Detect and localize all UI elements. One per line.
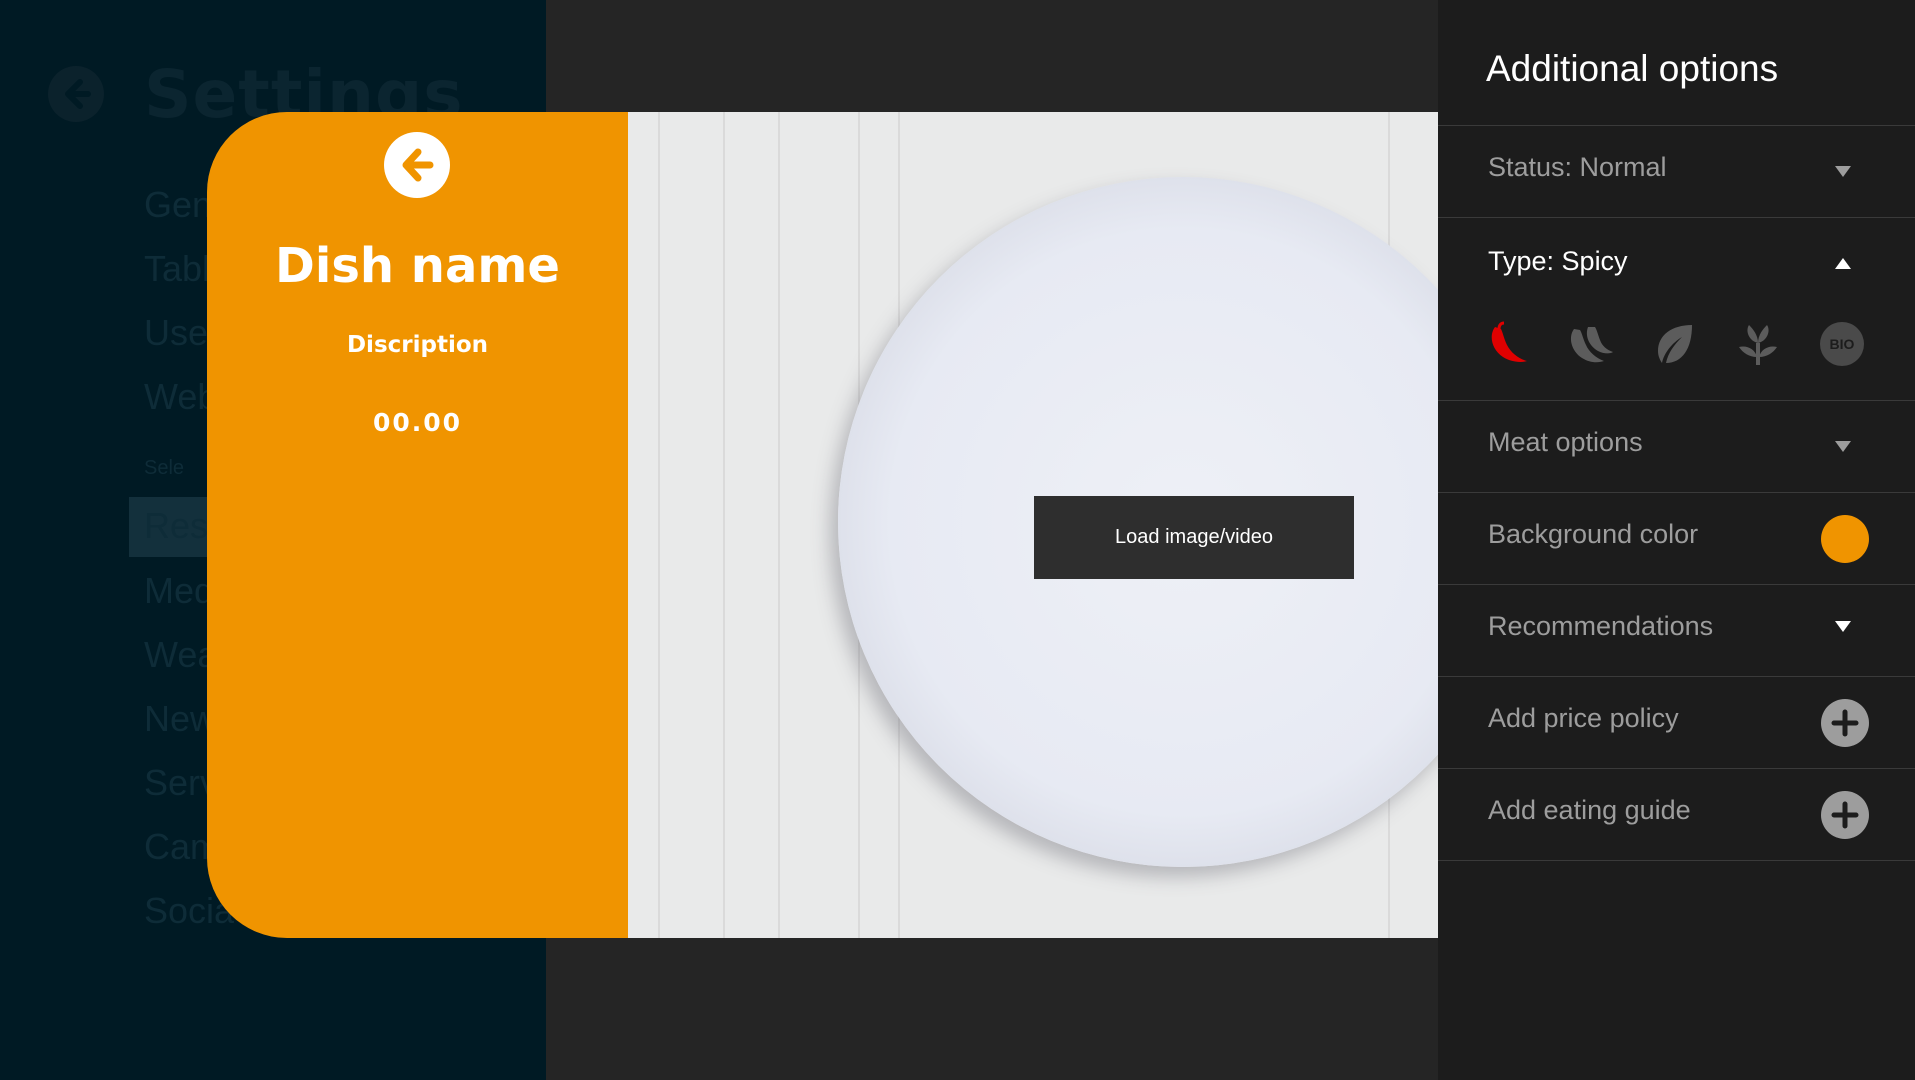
plus-icon xyxy=(1831,709,1859,737)
back-button[interactable] xyxy=(384,132,450,198)
bio-icon[interactable]: BIO xyxy=(1819,321,1865,367)
dish-media-area: Load image/video xyxy=(628,112,1438,938)
add-price-policy-row[interactable]: Add price policy xyxy=(1438,676,1915,768)
chevron-down-icon xyxy=(1835,166,1851,177)
dish-name[interactable]: Dish name xyxy=(207,238,628,294)
panel-title: Additional options xyxy=(1486,48,1779,89)
chevron-down-icon xyxy=(1835,621,1851,632)
add-eating-guide-label: Add eating guide xyxy=(1488,795,1691,825)
menu-item: Gen xyxy=(144,184,213,225)
status-dropdown[interactable]: Status: Normal xyxy=(1438,125,1915,217)
add-eating-guide-button[interactable] xyxy=(1821,791,1869,839)
menu-item: Med xyxy=(144,570,215,611)
dish-description[interactable]: Discription xyxy=(207,332,628,358)
chevron-up-icon xyxy=(1835,258,1851,269)
recommendations-dropdown[interactable]: Recommendations xyxy=(1438,584,1915,676)
chili-icon[interactable] xyxy=(1485,321,1531,367)
add-price-policy-button[interactable] xyxy=(1821,699,1869,747)
load-image-video-button[interactable]: Load image/video xyxy=(1034,496,1354,579)
double-chili-icon[interactable] xyxy=(1568,321,1614,367)
bio-label: BIO xyxy=(1830,336,1855,352)
additional-options-panel: Additional options Status: Normal Type: … xyxy=(1438,0,1915,1080)
meat-options-label: Meat options xyxy=(1488,427,1643,457)
status-label: Status: Normal xyxy=(1488,152,1667,182)
type-label: Type: Spicy xyxy=(1488,246,1628,276)
chevron-down-icon xyxy=(1835,441,1851,452)
add-eating-guide-row[interactable]: Add eating guide xyxy=(1438,768,1915,860)
dish-price[interactable]: 00.00 xyxy=(207,408,628,437)
back-arrow-icon xyxy=(48,66,104,122)
sprout-icon[interactable] xyxy=(1735,321,1781,367)
recommendations-label: Recommendations xyxy=(1488,611,1714,641)
menu-section-label: Sele xyxy=(144,457,185,479)
color-swatch[interactable] xyxy=(1821,515,1869,563)
dish-info-panel: Dish name Discription 00.00 xyxy=(207,112,628,938)
add-price-policy-label: Add price policy xyxy=(1488,703,1679,733)
type-dropdown[interactable]: Type: Spicy xyxy=(1438,217,1915,400)
divider xyxy=(1438,860,1915,861)
menu-item: Tabl xyxy=(144,248,211,289)
background-color-row[interactable]: Background color xyxy=(1438,492,1915,584)
back-arrow-icon xyxy=(402,148,434,182)
background-color-label: Background color xyxy=(1488,519,1699,549)
plus-icon xyxy=(1831,801,1859,829)
leaf-icon[interactable] xyxy=(1652,321,1698,367)
dish-card: Dish name Discription 00.00 Load image/v… xyxy=(207,112,1438,938)
meat-options-dropdown[interactable]: Meat options xyxy=(1438,400,1915,492)
menu-item: New xyxy=(144,698,217,739)
